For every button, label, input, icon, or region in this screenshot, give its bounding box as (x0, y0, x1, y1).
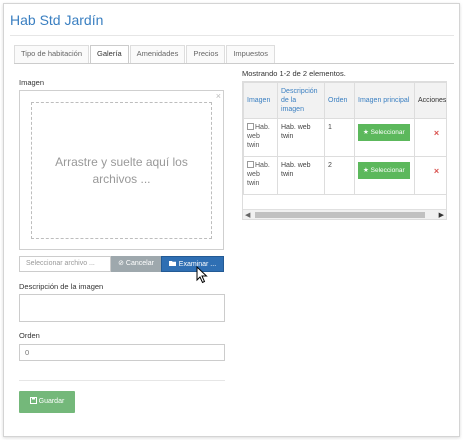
order-cell: 1 (324, 118, 355, 157)
scrollbar-thumb[interactable] (255, 212, 425, 218)
table-header-row: Imagen Descripción de la imagen Orden Im… (243, 82, 446, 119)
scroll-right-icon[interactable]: ▶ (439, 211, 444, 219)
save-button[interactable]: Guardar (19, 391, 75, 413)
select-main-button-label: Seleccionar (370, 167, 405, 174)
scroll-left-icon[interactable]: ◀ (245, 211, 250, 219)
folder-open-icon (168, 261, 179, 268)
browse-button[interactable]: Examinar ... (161, 256, 224, 272)
tab-bar: Tipo de habitación Galería Amenidades Pr… (14, 45, 276, 64)
form-divider (19, 380, 225, 381)
grid-summary: Mostrando 1-2 de 2 elementos. (242, 69, 346, 78)
cancel-button[interactable]: ⊘ Cancelar (111, 256, 161, 272)
order-label: Orden (19, 331, 40, 340)
main-image-cell: ★ Seleccionar (354, 156, 415, 195)
cancel-icon: ⊘ (118, 260, 124, 267)
description-cell: Hab. web twin (277, 156, 325, 195)
dropzone-text: Arrastre y suelte aquí los archivos ... (55, 154, 188, 186)
column-header-main-image[interactable]: Imagen principal (354, 82, 415, 119)
table-row: Hab. web twin Hab. web twin 1 ★ Seleccio… (243, 118, 446, 157)
select-main-button[interactable]: ★ Seleccionar (358, 124, 410, 141)
dropzone-drop-area[interactable]: Arrastre y suelte aquí los archivos ... (31, 102, 212, 239)
image-label: Imagen (19, 78, 45, 87)
column-header-order[interactable]: Orden (324, 82, 355, 119)
horizontal-scrollbar[interactable]: ◀ ▶ (243, 209, 446, 219)
file-dropzone[interactable]: × Arrastre y suelte aquí los archivos ..… (19, 90, 224, 250)
tab-gallery[interactable]: Galería (90, 45, 129, 64)
tab-room-type[interactable]: Tipo de habitación (14, 45, 90, 63)
column-header-actions: Acciones (414, 82, 446, 119)
description-textarea[interactable] (19, 294, 225, 322)
select-main-button[interactable]: ★ Seleccionar (358, 162, 410, 179)
image-cell: Hab. web twin (243, 156, 278, 195)
table-row: Hab. web twin Hab. web twin 2 ★ Seleccio… (243, 156, 446, 195)
column-header-image[interactable]: Imagen (243, 82, 278, 119)
delete-icon[interactable]: × (418, 129, 446, 138)
tab-amenities[interactable]: Amenidades (129, 45, 186, 63)
dropzone-close-icon[interactable]: × (216, 91, 221, 101)
star-icon: ★ (363, 167, 369, 174)
tab-underline (14, 63, 454, 64)
image-table: Imagen Descripción de la imagen Orden Im… (243, 82, 446, 195)
actions-cell: × (414, 118, 446, 157)
cancel-button-label: Cancelar (125, 260, 154, 267)
tab-prices[interactable]: Precios (186, 45, 226, 63)
broken-image-icon (247, 123, 254, 130)
select-main-button-label: Seleccionar (370, 129, 405, 136)
tab-taxes[interactable]: Impuestos (226, 45, 275, 63)
save-icon (29, 397, 39, 405)
page-title: Hab Std Jardín (10, 12, 104, 28)
description-label: Descripción de la imagen (19, 282, 104, 291)
column-header-description[interactable]: Descripción de la imagen (277, 82, 325, 119)
title-divider (10, 35, 454, 36)
order-cell: 2 (324, 156, 355, 195)
delete-icon[interactable]: × (418, 167, 446, 176)
description-cell: Hab. web twin (277, 118, 325, 157)
image-cell: Hab. web twin (243, 118, 278, 157)
main-image-cell: ★ Seleccionar (354, 118, 415, 157)
order-input[interactable]: 0 (19, 344, 225, 361)
actions-cell: × (414, 156, 446, 195)
star-icon: ★ (363, 129, 369, 136)
file-caption-input[interactable]: Seleccionar archivo ... (19, 256, 111, 272)
save-button-label: Guardar (38, 398, 65, 405)
image-grid: Imagen Descripción de la imagen Orden Im… (242, 81, 447, 220)
mouse-cursor-icon (196, 266, 208, 284)
broken-image-icon (247, 161, 254, 168)
